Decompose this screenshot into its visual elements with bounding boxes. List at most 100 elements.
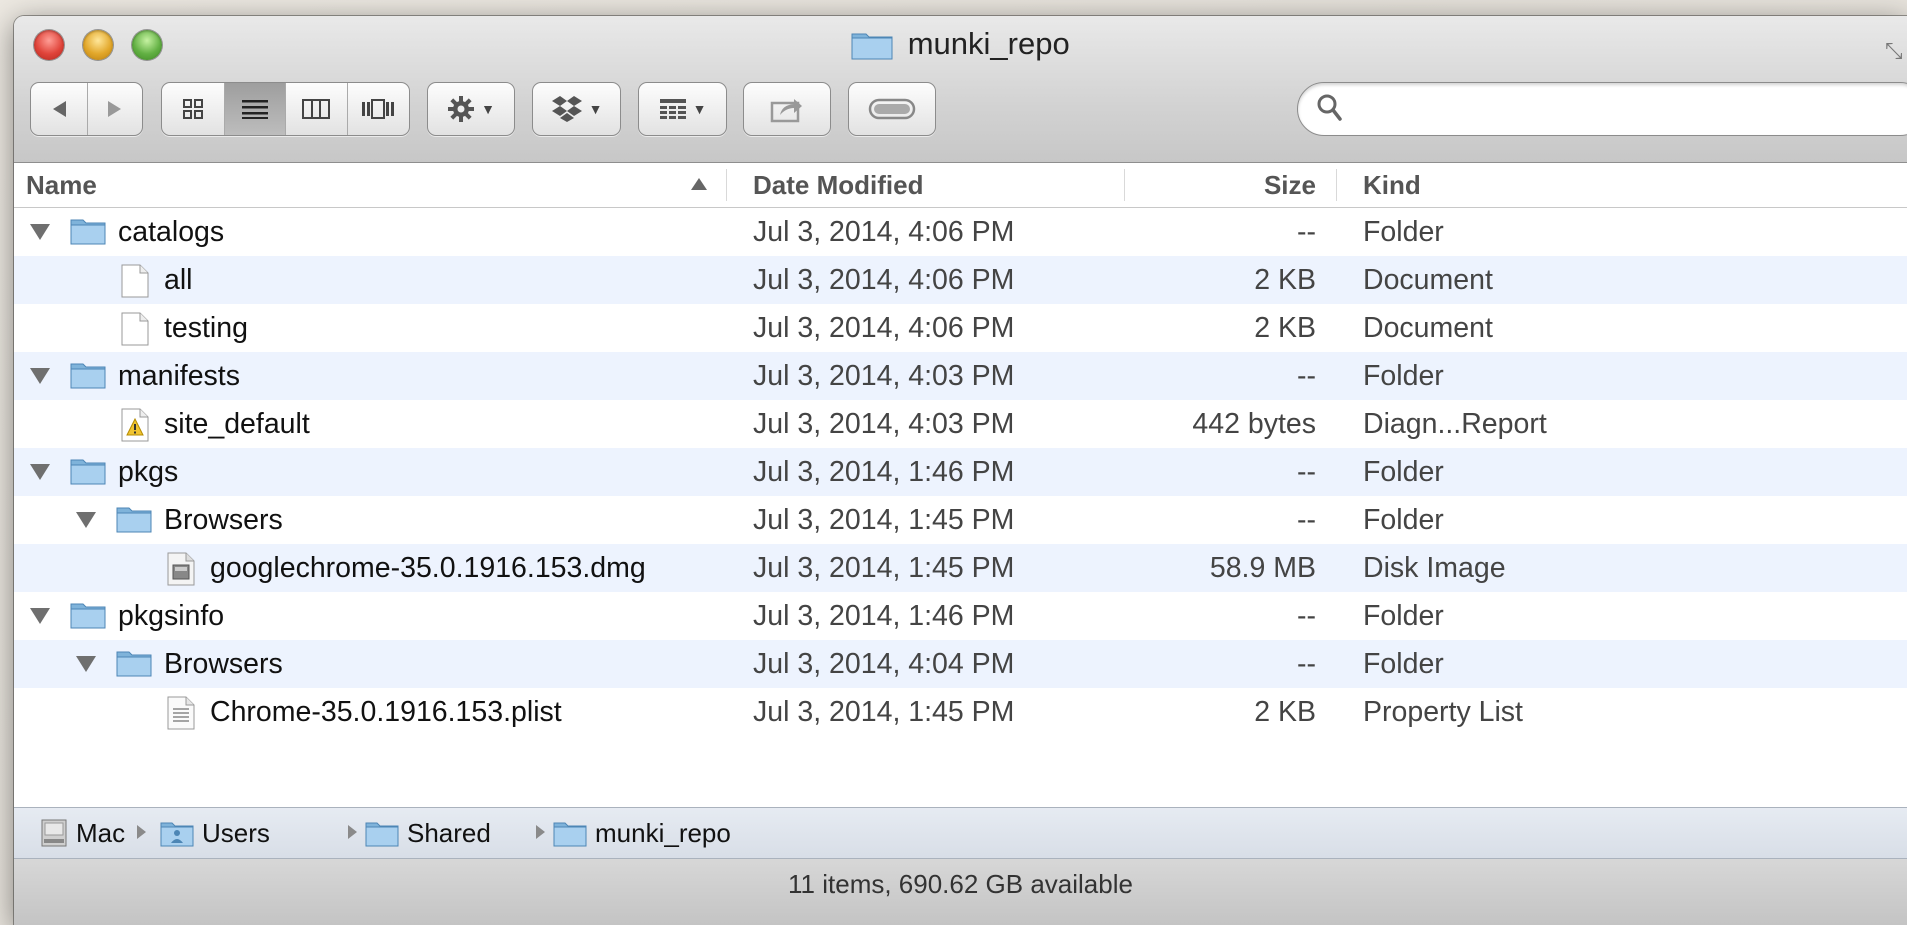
file-kind: Folder bbox=[1363, 504, 1444, 536]
list-view-icon bbox=[241, 100, 268, 119]
file-name: Browsers bbox=[164, 648, 283, 680]
column-header: Name Date Modified Size Kind bbox=[14, 163, 1907, 208]
table-row[interactable]: googlechrome-35.0.1916.153.dmg Jul 3, 20… bbox=[14, 544, 1907, 592]
arrange-icon bbox=[659, 99, 686, 119]
disclosure-triangle-icon[interactable] bbox=[30, 464, 50, 480]
list-view-button[interactable] bbox=[223, 83, 285, 135]
date-modified: Jul 3, 2014, 4:06 PM bbox=[753, 312, 1015, 344]
file-size: 58.9 MB bbox=[1209, 552, 1316, 584]
disclosure-triangle-icon[interactable] bbox=[30, 368, 50, 384]
arrange-menu-button[interactable]: ▼ bbox=[638, 82, 727, 136]
document-icon bbox=[121, 312, 149, 346]
file-kind: Folder bbox=[1363, 456, 1444, 488]
forward-arrow-icon bbox=[107, 101, 121, 117]
disclosure-triangle-icon[interactable] bbox=[30, 224, 50, 240]
file-name: catalogs bbox=[118, 216, 225, 248]
cover-flow-button[interactable] bbox=[346, 83, 410, 135]
file-name: all bbox=[164, 264, 193, 296]
action-menu-button[interactable]: ▼ bbox=[427, 82, 515, 136]
kind-column-header[interactable]: Kind bbox=[1363, 163, 1663, 207]
path-item-shared[interactable]: Shared bbox=[365, 808, 491, 858]
date-column-header[interactable]: Date Modified bbox=[753, 163, 1113, 207]
file-name: googlechrome-35.0.1916.153.dmg bbox=[210, 552, 646, 584]
file-size: -- bbox=[1297, 216, 1316, 248]
file-name: site_default bbox=[164, 408, 310, 440]
date-modified: Jul 3, 2014, 4:06 PM bbox=[753, 264, 1015, 296]
file-size: 2 KB bbox=[1254, 312, 1316, 344]
cover-flow-icon bbox=[362, 99, 395, 119]
table-row[interactable]: testing Jul 3, 2014, 4:06 PM 2 KB Docume… bbox=[14, 304, 1907, 352]
folder-icon bbox=[851, 33, 893, 60]
file-kind: Disk Image bbox=[1363, 552, 1506, 584]
share-button[interactable] bbox=[743, 82, 831, 136]
icon-view-button[interactable] bbox=[162, 83, 224, 135]
table-row[interactable]: site_default Jul 3, 2014, 4:03 PM 442 by… bbox=[14, 400, 1907, 448]
file-name: Browsers bbox=[164, 504, 283, 536]
file-kind: Folder bbox=[1363, 216, 1444, 248]
disclosure-triangle-icon[interactable] bbox=[76, 512, 96, 528]
file-kind: Diagn...Report bbox=[1363, 408, 1547, 440]
date-modified: Jul 3, 2014, 4:06 PM bbox=[753, 216, 1015, 248]
file-kind: Document bbox=[1363, 264, 1493, 296]
fullscreen-icon[interactable]: ⤡ bbox=[1885, 38, 1905, 63]
sort-ascending-icon bbox=[691, 178, 707, 190]
path-item-users[interactable]: Users bbox=[160, 808, 270, 858]
disclosure-triangle-icon[interactable] bbox=[76, 656, 96, 672]
table-row[interactable]: Browsers Jul 3, 2014, 4:04 PM -- Folder bbox=[14, 640, 1907, 688]
forward-button[interactable] bbox=[86, 83, 143, 135]
disclosure-triangle-icon[interactable] bbox=[30, 608, 50, 624]
folder-icon bbox=[70, 603, 106, 629]
users-folder-icon bbox=[160, 822, 194, 847]
file-kind: Document bbox=[1363, 312, 1493, 344]
status-text: 11 items, 690.62 GB available bbox=[788, 869, 1133, 899]
table-row[interactable]: Browsers Jul 3, 2014, 1:45 PM -- Folder bbox=[14, 496, 1907, 544]
folder-icon bbox=[365, 822, 399, 847]
search-input[interactable] bbox=[1358, 91, 1662, 129]
table-row[interactable]: pkgsinfo Jul 3, 2014, 1:46 PM -- Folder bbox=[14, 592, 1907, 640]
search-field[interactable] bbox=[1297, 82, 1907, 136]
date-modified: Jul 3, 2014, 1:45 PM bbox=[753, 504, 1015, 536]
file-kind: Property List bbox=[1363, 696, 1523, 728]
table-row[interactable]: Chrome-35.0.1916.153.plist Jul 3, 2014, … bbox=[14, 688, 1907, 736]
path-label: munki_repo bbox=[595, 817, 731, 848]
file-size: -- bbox=[1297, 456, 1316, 488]
path-label: Shared bbox=[407, 817, 491, 848]
folder-icon bbox=[116, 507, 152, 533]
status-bar: 11 items, 690.62 GB available bbox=[14, 859, 1907, 925]
table-row[interactable]: catalogs Jul 3, 2014, 4:06 PM -- Folder bbox=[14, 208, 1907, 256]
plist-icon bbox=[167, 696, 195, 730]
gear-icon bbox=[448, 96, 475, 122]
file-kind: Folder bbox=[1363, 648, 1444, 680]
folder-icon bbox=[70, 363, 106, 389]
file-name: Chrome-35.0.1916.153.plist bbox=[210, 696, 562, 728]
toggle-icon bbox=[868, 98, 916, 120]
disk-image-icon bbox=[167, 552, 195, 586]
path-item-munki-repo[interactable]: munki_repo bbox=[553, 808, 731, 858]
path-separator-icon bbox=[137, 825, 146, 839]
date-modified: Jul 3, 2014, 4:03 PM bbox=[753, 408, 1015, 440]
date-modified: Jul 3, 2014, 1:46 PM bbox=[753, 600, 1015, 632]
path-separator-icon bbox=[536, 825, 545, 839]
file-name: pkgsinfo bbox=[118, 600, 225, 632]
folder-icon bbox=[70, 219, 106, 245]
table-row[interactable]: all Jul 3, 2014, 4:06 PM 2 KB Document bbox=[14, 256, 1907, 304]
file-name: testing bbox=[164, 312, 248, 344]
path-item-mac[interactable]: Mac bbox=[40, 808, 125, 858]
dropbox-menu-button[interactable]: ▼ bbox=[532, 82, 621, 136]
path-bar: Mac Users Shared munki_repo bbox=[14, 807, 1907, 859]
size-column-header[interactable]: Size bbox=[1134, 163, 1316, 207]
icon-view-icon bbox=[182, 99, 203, 119]
date-modified: Jul 3, 2014, 1:46 PM bbox=[753, 456, 1015, 488]
table-row[interactable]: pkgs Jul 3, 2014, 1:46 PM -- Folder bbox=[14, 448, 1907, 496]
table-row[interactable]: manifests Jul 3, 2014, 4:03 PM -- Folder bbox=[14, 352, 1907, 400]
date-modified: Jul 3, 2014, 4:04 PM bbox=[753, 648, 1015, 680]
file-kind: Folder bbox=[1363, 600, 1444, 632]
finder-window: munki_repo ⤡ ▼ ▼ ▼ Name Date Modified Si… bbox=[14, 16, 1907, 925]
tags-button[interactable] bbox=[848, 82, 936, 136]
column-view-button[interactable] bbox=[285, 83, 347, 135]
path-separator-icon bbox=[348, 825, 357, 839]
name-column-header[interactable]: Name bbox=[26, 163, 716, 207]
file-kind: Folder bbox=[1363, 360, 1444, 392]
back-button[interactable] bbox=[31, 83, 87, 135]
date-modified: Jul 3, 2014, 1:45 PM bbox=[753, 552, 1015, 584]
